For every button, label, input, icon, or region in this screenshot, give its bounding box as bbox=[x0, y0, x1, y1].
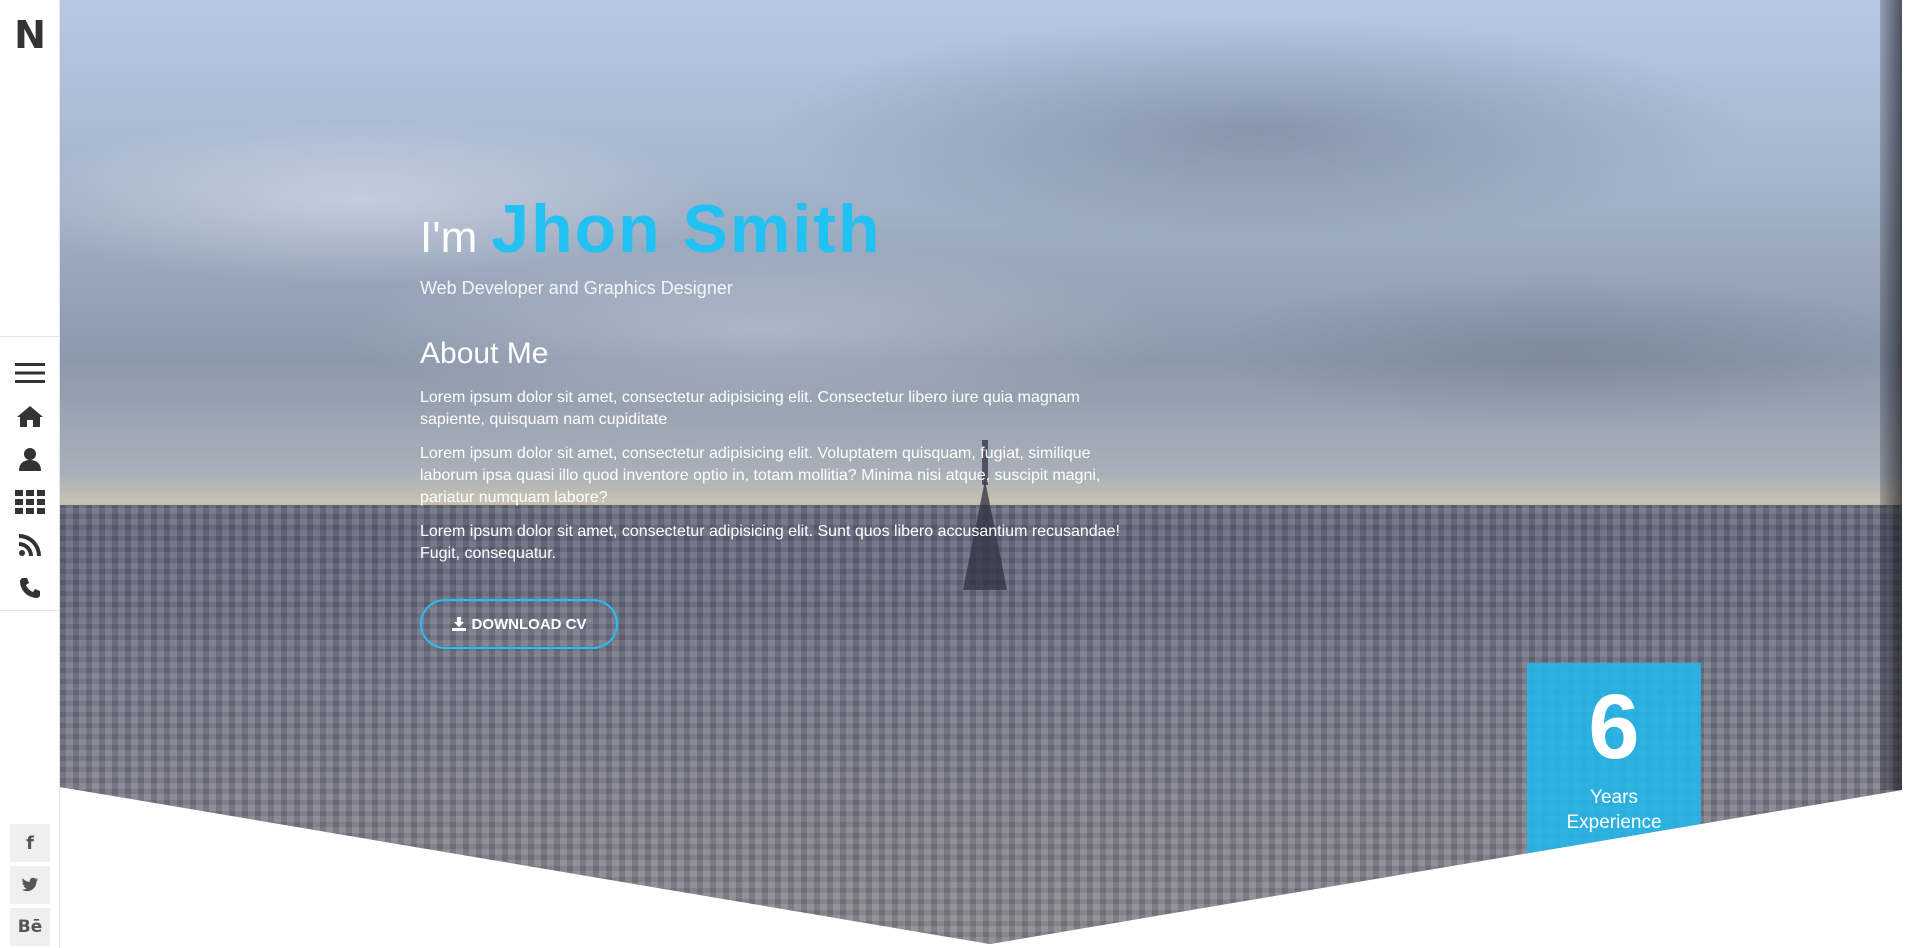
logo[interactable]: N bbox=[0, 10, 60, 60]
about-paragraph: Lorem ipsum dolor sit amet, consectetur … bbox=[420, 445, 1101, 506]
greeting-prefix: I'm bbox=[420, 213, 478, 262]
download-cv-button[interactable]: DOWNLOAD CV bbox=[420, 599, 618, 649]
experience-box: 6 Years Experience bbox=[1527, 663, 1701, 863]
download-cv-label: DOWNLOAD CV bbox=[471, 615, 587, 633]
hero-heading: I'm Jhon Smith bbox=[420, 190, 1120, 268]
sidebar-nav bbox=[0, 336, 60, 611]
social-links: f Bē bbox=[10, 824, 50, 946]
menu-icon[interactable] bbox=[0, 351, 60, 394]
behance-icon[interactable]: Bē bbox=[10, 908, 50, 946]
hero-section: I'm Jhon Smith Web Developer and Graphic… bbox=[60, 0, 1902, 944]
sidebar: N f Bē bbox=[0, 0, 60, 948]
phone-icon[interactable] bbox=[0, 566, 60, 609]
rss-icon[interactable] bbox=[0, 523, 60, 566]
experience-number: 6 bbox=[1588, 676, 1640, 778]
facebook-icon[interactable]: f bbox=[10, 824, 50, 862]
experience-label-line2: Experience bbox=[1566, 812, 1662, 833]
hero-content: I'm Jhon Smith Web Developer and Graphic… bbox=[420, 190, 1120, 649]
person-name: Jhon Smith bbox=[491, 191, 882, 267]
hero-edge bbox=[1880, 0, 1902, 790]
home-icon[interactable] bbox=[0, 394, 60, 437]
about-title: About Me bbox=[420, 337, 549, 370]
behance-label: Bē bbox=[17, 917, 43, 937]
download-icon bbox=[451, 617, 466, 631]
facebook-label: f bbox=[26, 832, 34, 854]
about-paragraph: Lorem ipsum dolor sit amet, consectetur … bbox=[420, 389, 1080, 428]
experience-label-line1: Years bbox=[1590, 787, 1638, 808]
twitter-icon[interactable] bbox=[10, 866, 50, 904]
user-icon[interactable] bbox=[0, 437, 60, 480]
grid-icon[interactable] bbox=[0, 480, 60, 523]
experience-label: Years Experience bbox=[1527, 785, 1701, 835]
hero-subtitle: Web Developer and Graphics Designer bbox=[420, 278, 733, 298]
about-paragraph: Lorem ipsum dolor sit amet, consectetur … bbox=[420, 523, 1120, 562]
